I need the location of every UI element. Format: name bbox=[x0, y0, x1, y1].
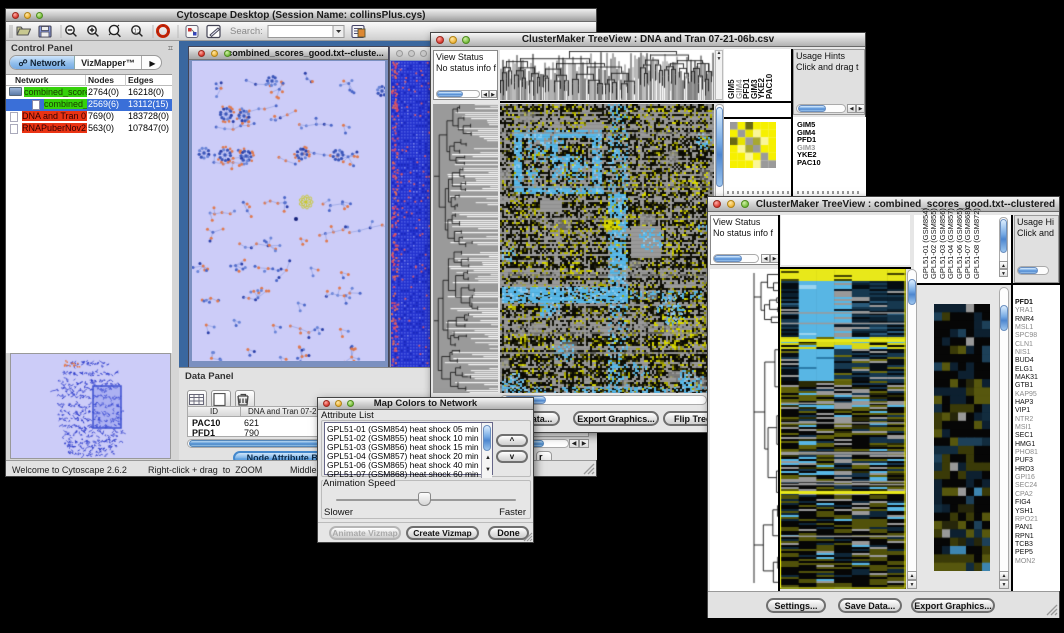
svg-text:1:1: 1:1 bbox=[134, 28, 142, 34]
svg-text:Search:: Search: bbox=[230, 26, 263, 37]
